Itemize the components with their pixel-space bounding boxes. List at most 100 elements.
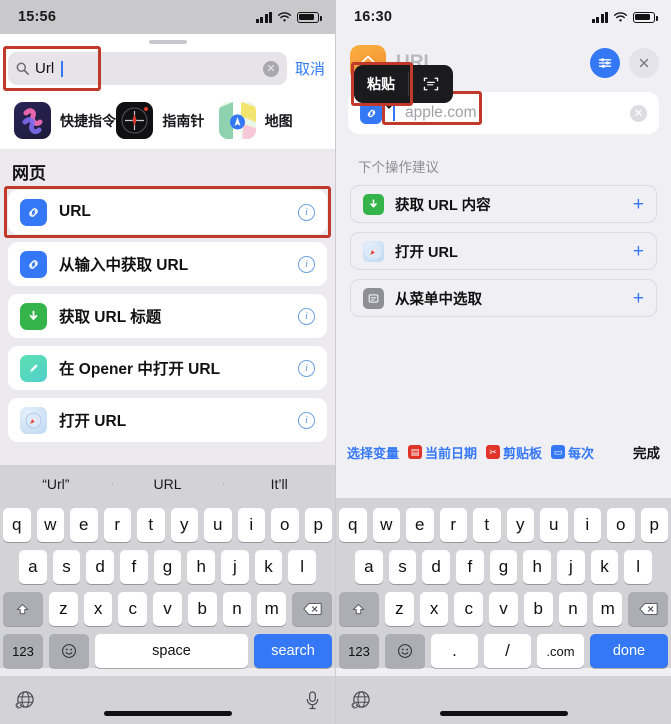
key-y[interactable]: y	[506, 508, 534, 542]
key-t[interactable]: t	[137, 508, 165, 542]
sheet-grabber[interactable]	[148, 40, 187, 44]
key-g[interactable]: g	[153, 550, 182, 584]
key-u[interactable]: u	[540, 508, 568, 542]
done-button[interactable]: 完成	[633, 442, 660, 462]
key-l[interactable]: l	[288, 550, 317, 584]
suggestion-get-url-contents[interactable]: 获取 URL 内容 +	[350, 185, 657, 223]
key-s[interactable]: s	[388, 550, 417, 584]
numbers-key[interactable]: 123	[339, 634, 379, 668]
key-d[interactable]: d	[86, 550, 114, 584]
key-w[interactable]: w	[36, 508, 64, 542]
key-p[interactable]: p	[640, 508, 668, 542]
globe-icon[interactable]	[14, 690, 35, 711]
key-r[interactable]: r	[439, 508, 467, 542]
key-p[interactable]: p	[304, 508, 332, 542]
done-key[interactable]: done	[590, 634, 668, 668]
key-g[interactable]: g	[489, 550, 518, 584]
key-m[interactable]: m	[257, 592, 287, 626]
ask-each-time-button[interactable]: ▭ 每次	[551, 443, 594, 462]
key-k[interactable]: k	[590, 550, 619, 584]
app-item-shortcuts[interactable]: 快捷指令	[14, 102, 116, 139]
prediction-0[interactable]: “Url”	[0, 476, 112, 492]
key-h[interactable]: h	[187, 550, 216, 584]
key-d[interactable]: d	[422, 550, 450, 584]
key-a[interactable]: a	[18, 550, 47, 584]
search-input[interactable]: Url ✕	[8, 52, 287, 85]
period-key[interactable]: .	[431, 634, 478, 668]
key-c[interactable]: c	[118, 592, 148, 626]
key-v[interactable]: v	[489, 592, 518, 626]
key-x[interactable]: x	[419, 592, 449, 626]
plus-icon[interactable]: +	[633, 289, 644, 308]
key-f[interactable]: f	[120, 550, 148, 584]
key-t[interactable]: t	[473, 508, 501, 542]
clear-circle-icon[interactable]: ✕	[262, 60, 279, 77]
prediction-1[interactable]: URL	[111, 476, 224, 492]
key-m[interactable]: m	[593, 592, 623, 626]
key-o[interactable]: o	[271, 508, 299, 542]
info-icon[interactable]: i	[298, 411, 315, 429]
key-z[interactable]: z	[48, 592, 78, 626]
key-i[interactable]: i	[237, 508, 265, 542]
key-e[interactable]: e	[70, 508, 98, 542]
current-date-button[interactable]: ▤ 当前日期	[408, 443, 477, 462]
close-icon[interactable]	[629, 48, 659, 78]
key-j[interactable]: j	[557, 550, 585, 584]
key-f[interactable]: f	[456, 550, 484, 584]
emoji-icon[interactable]	[49, 634, 89, 668]
scan-text-icon[interactable]	[409, 65, 453, 103]
microphone-icon[interactable]	[304, 690, 321, 711]
key-b[interactable]: b	[523, 592, 553, 626]
suggestion-choose-from-menu[interactable]: 从菜单中选取 +	[350, 279, 657, 317]
shift-icon[interactable]	[338, 592, 379, 626]
key-o[interactable]: o	[607, 508, 635, 542]
key-c[interactable]: c	[454, 592, 484, 626]
key-v[interactable]: v	[153, 592, 182, 626]
key-s[interactable]: s	[52, 550, 81, 584]
result-row-open-url[interactable]: 打开 URL i	[8, 398, 327, 442]
key-k[interactable]: k	[254, 550, 283, 584]
app-item-compass[interactable]: 指南针	[116, 102, 218, 139]
info-icon[interactable]: i	[298, 203, 315, 221]
clear-circle-icon[interactable]: ✕	[630, 104, 647, 122]
key-z[interactable]: z	[384, 592, 414, 626]
backspace-icon[interactable]	[292, 592, 333, 626]
plus-icon[interactable]: +	[633, 195, 644, 214]
plus-icon[interactable]: +	[633, 242, 644, 261]
dotcom-key[interactable]: .com	[537, 634, 584, 668]
globe-icon[interactable]	[350, 690, 371, 711]
slash-key[interactable]: /	[484, 634, 531, 668]
result-row-get-url-from-input[interactable]: 从输入中获取 URL i	[8, 242, 327, 286]
key-h[interactable]: h	[523, 550, 552, 584]
app-item-maps[interactable]: 地图	[218, 102, 321, 139]
emoji-icon[interactable]	[385, 634, 425, 668]
key-a[interactable]: a	[354, 550, 383, 584]
key-j[interactable]: j	[221, 550, 249, 584]
prediction-2[interactable]: It’ll	[223, 476, 335, 492]
info-icon[interactable]: i	[298, 359, 315, 377]
key-q[interactable]: q	[3, 508, 31, 542]
select-variable-button[interactable]: 选择变量	[347, 443, 399, 462]
key-b[interactable]: b	[187, 592, 217, 626]
sliders-icon[interactable]	[590, 48, 620, 78]
numbers-key[interactable]: 123	[3, 634, 43, 668]
search-key[interactable]: search	[254, 634, 332, 668]
result-row-url[interactable]: URL i	[8, 190, 327, 234]
key-i[interactable]: i	[573, 508, 601, 542]
key-w[interactable]: w	[372, 508, 400, 542]
key-n[interactable]: n	[222, 592, 252, 626]
cancel-button[interactable]: 取消	[295, 58, 325, 79]
backspace-icon[interactable]	[628, 592, 669, 626]
key-q[interactable]: q	[339, 508, 367, 542]
key-y[interactable]: y	[170, 508, 198, 542]
key-l[interactable]: l	[624, 550, 653, 584]
result-row-get-url-title[interactable]: 获取 URL 标题 i	[8, 294, 327, 338]
suggestion-open-url[interactable]: 打开 URL +	[350, 232, 657, 270]
key-x[interactable]: x	[83, 592, 113, 626]
key-r[interactable]: r	[103, 508, 131, 542]
info-icon[interactable]: i	[298, 307, 315, 325]
key-e[interactable]: e	[406, 508, 434, 542]
key-n[interactable]: n	[558, 592, 588, 626]
key-u[interactable]: u	[204, 508, 232, 542]
clipboard-button[interactable]: ✂ 剪贴板	[486, 443, 542, 462]
